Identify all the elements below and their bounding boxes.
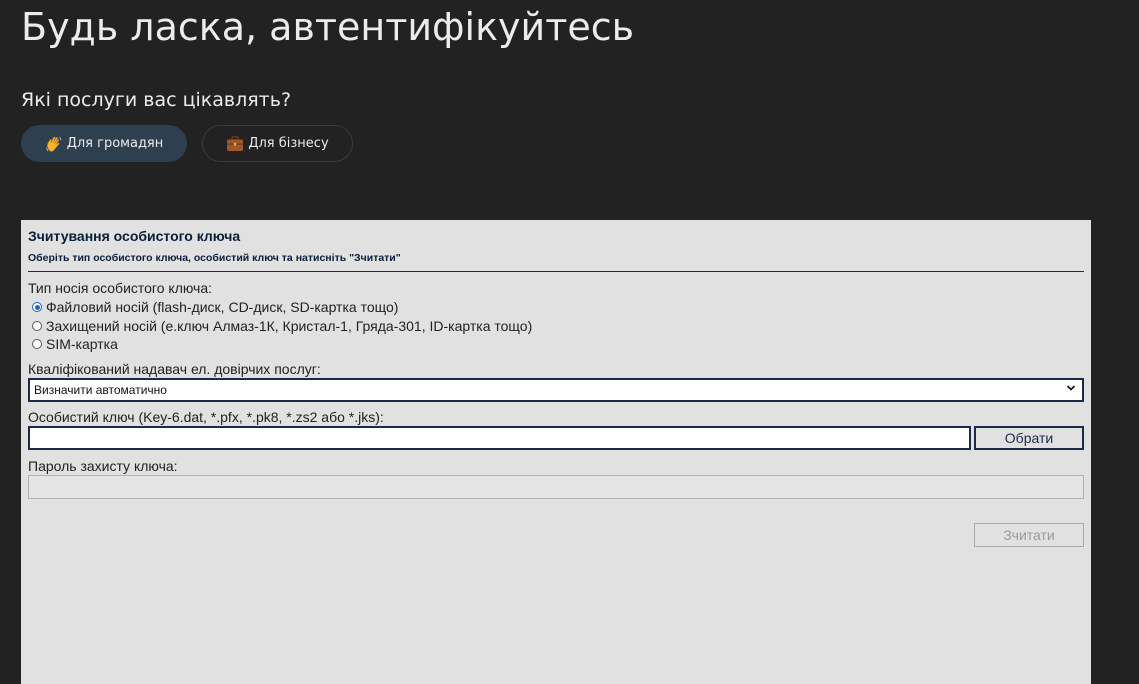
- chevron-down-icon: [1066, 383, 1076, 396]
- password-label: Пароль захисту ключа:: [28, 458, 178, 474]
- media-type-label: Тип носія особистого ключа:: [28, 280, 213, 296]
- media-option-label: Захищений носій (е.ключ Алмаз-1К, Криста…: [46, 318, 533, 334]
- business-button-label: Для бізнесу: [248, 136, 329, 151]
- divider: [28, 271, 1084, 272]
- panel-title: Зчитування особистого ключа: [28, 228, 241, 244]
- page-title: Будь ласка, автентифікуйтесь: [21, 5, 635, 49]
- key-read-panel: Зчитування особистого ключа Оберіть тип …: [21, 220, 1091, 684]
- choose-file-button[interactable]: Обрати: [974, 426, 1084, 450]
- provider-select[interactable]: Визначити автоматично: [28, 378, 1084, 402]
- provider-label: Кваліфікований надавач ел. довірчих посл…: [28, 361, 321, 377]
- media-option-label: Файловий носій (flash-диск, CD-диск, SD-…: [46, 299, 399, 315]
- briefcase-icon: [226, 135, 244, 153]
- radio-button[interactable]: [32, 302, 42, 312]
- media-option-file[interactable]: Файловий носій (flash-диск, CD-диск, SD-…: [32, 299, 398, 315]
- waving-hand-icon: [45, 135, 63, 153]
- read-key-button[interactable]: Зчитати: [974, 523, 1084, 547]
- password-input[interactable]: [28, 475, 1084, 499]
- radio-button[interactable]: [32, 339, 42, 349]
- media-option-sim[interactable]: SIM-картка: [32, 336, 118, 352]
- panel-subtitle: Оберіть тип особистого ключа, особистий …: [28, 252, 401, 264]
- business-button[interactable]: Для бізнесу: [202, 125, 353, 162]
- key-file-label: Особистий ключ (Key-6.dat, *.pfx, *.pk8,…: [28, 409, 384, 425]
- media-option-protected[interactable]: Захищений носій (е.ключ Алмаз-1К, Криста…: [32, 318, 532, 334]
- citizens-button[interactable]: Для громадян: [21, 125, 187, 162]
- radio-button[interactable]: [32, 321, 42, 331]
- citizens-button-label: Для громадян: [66, 136, 164, 151]
- services-question: Які послуги вас цікавлять?: [21, 89, 292, 111]
- media-option-label: SIM-картка: [46, 336, 118, 352]
- provider-select-value: Визначити автоматично: [34, 383, 167, 397]
- key-file-input[interactable]: [28, 426, 971, 450]
